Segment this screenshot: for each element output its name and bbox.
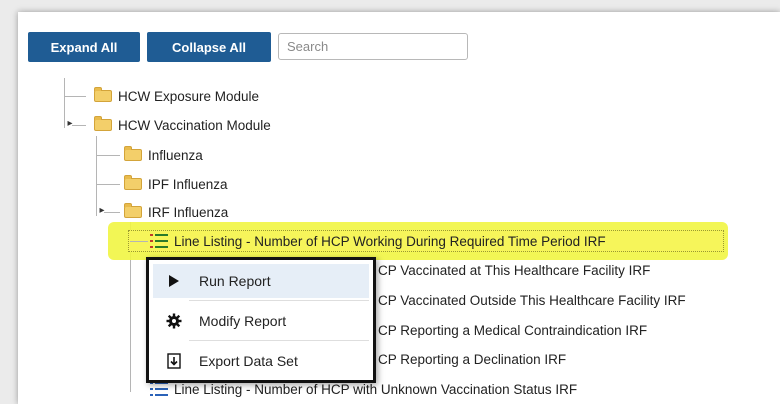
folder-icon — [124, 175, 142, 190]
tree-connector — [96, 136, 97, 216]
report-item-medical-contraindication[interactable]: CP Reporting a Medical Contraindication … — [378, 320, 647, 340]
menu-item-run-report[interactable]: Run Report — [153, 264, 369, 298]
tree-connector — [72, 125, 86, 126]
collapse-all-button[interactable]: Collapse All — [147, 32, 271, 62]
report-item-declination[interactable]: CP Reporting a Declination IRF — [378, 349, 566, 369]
tree-node-label: HCW Exposure Module — [118, 88, 260, 104]
report-item-label: CP Vaccinated at This Healthcare Facilit… — [378, 262, 651, 278]
report-item-working-during-period[interactable]: Line Listing - Number of HCP Working Dur… — [150, 231, 606, 251]
folder-icon — [124, 203, 142, 218]
gear-icon — [159, 313, 189, 329]
tree-connector — [130, 241, 148, 242]
tree-node-ipf-influenza[interactable]: IPF Influenza — [124, 174, 228, 194]
collapse-toggle-icon[interactable]: ▸ — [98, 206, 106, 216]
menu-item-label: Export Data Set — [199, 353, 298, 369]
collapse-toggle-icon[interactable]: ▸ — [66, 119, 74, 129]
report-item-label: Line Listing - Number of HCP Working Dur… — [174, 233, 606, 249]
expand-all-button[interactable]: Expand All — [28, 32, 140, 62]
report-item-label: CP Reporting a Declination IRF — [378, 351, 567, 367]
folder-icon — [94, 116, 112, 131]
folder-icon — [124, 146, 142, 161]
context-menu: Run Report Modify Report Export Data Set — [146, 257, 376, 383]
tree-node-influenza[interactable]: Influenza — [124, 145, 203, 165]
report-item-label: CP Reporting a Medical Contraindication … — [378, 322, 648, 338]
tree-connector — [104, 212, 120, 213]
menu-item-label: Run Report — [199, 273, 271, 289]
play-icon — [159, 274, 189, 288]
tree-node-label: Influenza — [148, 147, 203, 163]
tree-node-hcw-vaccination[interactable]: HCW Vaccination Module — [94, 115, 271, 135]
menu-item-export-data-set[interactable]: Export Data Set — [153, 344, 369, 378]
menu-divider — [189, 300, 369, 301]
tree-node-label: IRF Influenza — [148, 204, 229, 220]
report-item-vaccinated-at-facility[interactable]: CP Vaccinated at This Healthcare Facilit… — [378, 260, 650, 280]
tree-connector — [96, 155, 120, 156]
menu-item-modify-report[interactable]: Modify Report — [153, 304, 369, 338]
folder-icon — [94, 87, 112, 102]
report-item-label: Line Listing - Number of HCP with Unknow… — [174, 381, 578, 397]
tree-node-label: HCW Vaccination Module — [118, 117, 271, 133]
tree-node-label: IPF Influenza — [148, 176, 228, 192]
menu-item-label: Modify Report — [199, 313, 287, 329]
report-item-label: CP Vaccinated Outside This Healthcare Fa… — [378, 292, 686, 308]
report-item-vaccinated-outside-facility[interactable]: CP Vaccinated Outside This Healthcare Fa… — [378, 290, 686, 310]
menu-divider — [189, 340, 369, 341]
tree-connector — [64, 96, 86, 97]
search-input[interactable] — [278, 33, 468, 60]
report-list-icon — [150, 234, 168, 248]
tree-node-hcw-exposure[interactable]: HCW Exposure Module — [94, 86, 259, 106]
report-list-icon — [150, 382, 168, 396]
tree-connector — [64, 78, 65, 128]
export-icon — [159, 353, 189, 369]
tree-connector — [96, 184, 120, 185]
tree-node-irf-influenza[interactable]: IRF Influenza — [124, 202, 228, 222]
